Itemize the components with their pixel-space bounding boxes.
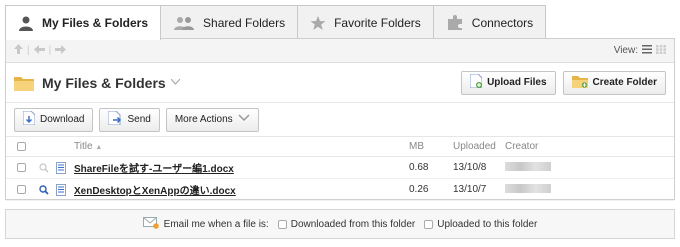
upload-files-button[interactable]: Upload Files [461, 70, 556, 95]
up-arrow-icon[interactable] [14, 44, 23, 57]
grid-view-icon[interactable] [656, 44, 666, 57]
users-icon [173, 15, 195, 31]
tab-my-files[interactable]: My Files & Folders [5, 5, 162, 40]
sort-asc-icon: ▲ [95, 144, 103, 151]
download-button[interactable]: Download [14, 107, 94, 132]
table-row[interactable]: XenDesktopとXenAppの違い.docx 0.26 13/10/7 [6, 179, 674, 201]
download-icon [22, 110, 36, 128]
column-creator[interactable]: Creator [505, 141, 674, 152]
tab-connectors[interactable]: Connectors [433, 5, 547, 39]
forward-arrow-icon[interactable] [55, 44, 67, 57]
file-size: 0.26 [409, 184, 429, 195]
file-size: 0.68 [409, 162, 429, 173]
view-switcher: View: [613, 44, 666, 57]
uploaded-checkbox[interactable] [424, 219, 434, 229]
email-notification-bar: Email me when a file is: Downloaded from… [5, 209, 675, 239]
word-doc-icon [52, 161, 70, 174]
uploaded-option[interactable]: Uploaded to this folder [424, 219, 537, 230]
email-envelope-icon [142, 216, 159, 232]
more-actions-label: More Actions [174, 114, 233, 125]
file-table-header: Title ▲ MB Uploaded Creator [6, 137, 674, 157]
back-arrow-icon[interactable] [33, 44, 45, 57]
nav-separator: | [48, 45, 52, 56]
tab-favorite-folders[interactable]: Favorite Folders [298, 5, 434, 39]
file-name-link[interactable]: ShareFileを試す-ユーザー編1.docx [70, 160, 409, 175]
page-title: My Files & Folders [42, 74, 166, 91]
list-view-icon[interactable] [642, 44, 652, 57]
uploaded-date: 13/10/7 [453, 184, 487, 195]
column-uploaded[interactable]: Uploaded [453, 141, 505, 152]
send-label: Send [127, 114, 151, 125]
column-mb[interactable]: MB [409, 141, 453, 152]
downloaded-checkbox[interactable] [277, 219, 287, 229]
file-name-link[interactable]: XenDesktopとXenAppの違い.docx [70, 182, 409, 197]
creator-redacted [505, 161, 674, 174]
file-browser-panel: | | View: My Files & Folders Upload File… [5, 38, 675, 201]
download-label: Download [40, 114, 85, 125]
tab-label: Connectors [471, 15, 534, 30]
tab-label: Favorite Folders [334, 15, 421, 30]
more-actions-dropdown[interactable]: More Actions [165, 107, 259, 132]
downloaded-option[interactable]: Downloaded from this folder [277, 218, 416, 230]
table-row[interactable]: ShareFileを試す-ユーザー編1.docx 0.68 13/10/8 [6, 157, 674, 179]
navigation-bar: | | View: [6, 39, 674, 63]
folder-header: My Files & Folders Upload Files Create F… [6, 63, 674, 103]
preview-magnifier-icon[interactable] [36, 162, 52, 173]
user-icon [18, 15, 34, 31]
file-actions-bar: Download Send More Actions [6, 103, 674, 137]
tab-bar: My Files & Folders Shared Folders Favori… [5, 5, 547, 40]
upload-file-icon [469, 73, 483, 91]
tab-label: My Files & Folders [42, 16, 149, 30]
puzzle-icon [446, 14, 464, 31]
row-checkbox[interactable] [6, 163, 36, 172]
select-all-checkbox[interactable] [6, 142, 36, 151]
create-folder-label: Create Folder [592, 77, 657, 88]
create-folder-button[interactable]: Create Folder [562, 70, 666, 95]
upload-files-label: Upload Files [487, 77, 547, 88]
chevron-down-icon [238, 114, 250, 125]
send-icon [107, 110, 122, 128]
uploaded-option-label: Uploaded to this folder [437, 218, 538, 230]
nav-separator: | [27, 45, 30, 56]
chevron-down-icon[interactable] [170, 77, 181, 88]
word-doc-icon [52, 183, 70, 196]
tab-shared-folders[interactable]: Shared Folders [161, 5, 299, 39]
row-checkbox[interactable] [6, 185, 36, 194]
email-prompt: Email me when a file is: [163, 218, 269, 230]
tab-label: Shared Folders [203, 15, 286, 30]
send-button[interactable]: Send [99, 107, 160, 132]
view-label: View: [613, 45, 638, 56]
creator-redacted [505, 183, 674, 196]
folder-icon [14, 75, 34, 91]
new-folder-icon [571, 75, 588, 91]
column-title[interactable]: Title ▲ [70, 141, 409, 152]
preview-magnifier-icon[interactable] [36, 184, 52, 195]
downloaded-option-label: Downloaded from this folder [290, 218, 416, 230]
header-actions: Upload Files Create Folder [461, 70, 666, 95]
uploaded-date: 13/10/8 [453, 162, 487, 173]
star-icon [310, 15, 326, 31]
